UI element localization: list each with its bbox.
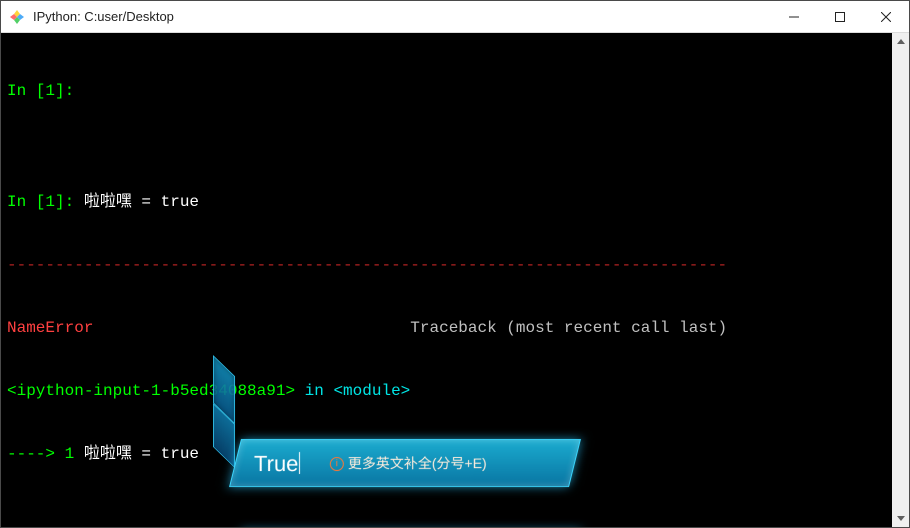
info-icon: i — [330, 456, 344, 470]
scroll-down-icon[interactable] — [892, 510, 909, 527]
vertical-scrollbar[interactable] — [892, 33, 909, 527]
minimize-button[interactable] — [771, 1, 817, 33]
maximize-button[interactable] — [817, 1, 863, 33]
app-logo — [9, 9, 25, 25]
input-1-code: 啦啦嘿 = true — [84, 193, 199, 211]
window-frame: IPython: C:user/Desktop In [1]: In [1]: … — [0, 0, 910, 528]
ime-caret — [299, 452, 300, 474]
terminal-area[interactable]: In [1]: In [1]: 啦啦嘿 = true -------------… — [1, 33, 909, 527]
error-class: NameError — [7, 319, 93, 337]
scroll-up-icon[interactable] — [892, 33, 909, 50]
error-arrow: ----> 1 — [7, 445, 74, 463]
ime-composition-row: True i 更多英文补全(分号+E) — [229, 439, 581, 487]
ime-hint[interactable]: i 更多英文补全(分号+E) — [330, 453, 487, 474]
close-button[interactable] — [863, 1, 909, 33]
window-title: IPython: C:user/Desktop — [33, 9, 174, 24]
prompt-in-1: In [1]: — [7, 193, 84, 211]
prompt-in-1-empty: In [1]: — [7, 82, 74, 100]
ime-composition-text: True — [254, 452, 300, 474]
scroll-track[interactable] — [892, 50, 909, 510]
ime-panel[interactable]: True i 更多英文补全(分号+E) 1.True 2.T 3.Tr — [213, 313, 603, 527]
titlebar[interactable]: IPython: C:user/Desktop — [1, 1, 909, 33]
error-separator: ----------------------------------------… — [7, 256, 727, 274]
error-arrow-code: 啦啦嘿 = true — [74, 445, 199, 463]
ime-hint-text: 更多英文补全(分号+E) — [348, 453, 487, 474]
